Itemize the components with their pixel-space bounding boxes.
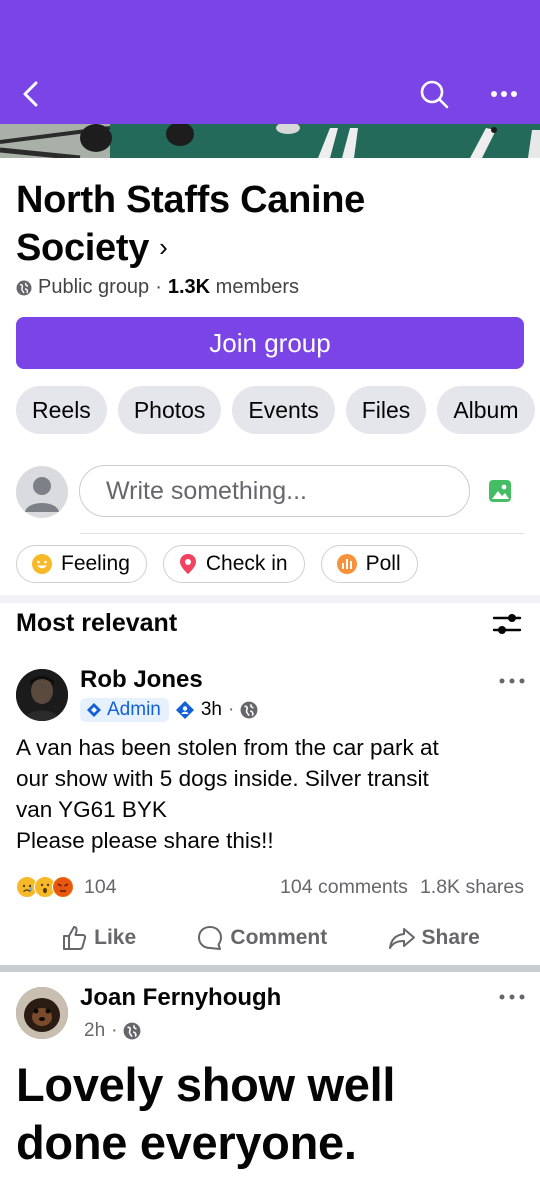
composer-chips: Feeling Check in Poll [16, 545, 418, 583]
member-count: 1.3K [167, 276, 211, 298]
group-title[interactable]: North Staffs Canine Society › [16, 176, 516, 275]
privacy-label: Public group [38, 276, 150, 298]
section-separator [0, 595, 540, 603]
share-arrow-icon [388, 928, 415, 949]
author-name[interactable]: Joan Fernyhough [80, 984, 281, 1012]
post-text-line: Lovely show well [16, 1058, 396, 1111]
location-pin-icon [179, 554, 196, 574]
tab-files[interactable]: Files [345, 386, 427, 434]
post-more-dots-icon[interactable] [498, 674, 526, 693]
post-composer: Write something... [16, 465, 526, 519]
post-text-line: A van has been stolen from the car park … [16, 735, 439, 760]
comment-label: Comment [230, 926, 328, 949]
post-text-line: van YG61 BYK [16, 797, 167, 822]
divider [80, 533, 524, 534]
post-text-line: done everyone. [16, 1116, 357, 1169]
write-something-input[interactable]: Write something... [79, 465, 470, 517]
poll-icon [336, 554, 357, 574]
poll-label: Poll [365, 552, 401, 575]
comment-button[interactable]: Comment [196, 920, 327, 956]
feeling-label: Feeling [61, 552, 130, 575]
tab-album[interactable]: Album [437, 386, 535, 434]
time-separator: · [111, 1020, 118, 1041]
top-app-bar [0, 0, 540, 124]
tab-photos[interactable]: Photos [117, 386, 222, 434]
poll-chip[interactable]: Poll [320, 545, 418, 583]
filter-sliders-icon[interactable] [492, 610, 522, 643]
post-more-dots-icon[interactable] [498, 990, 526, 1009]
post-body-large: Lovely show well done everyone. [16, 1056, 526, 1172]
author-name[interactable]: Rob Jones [80, 666, 203, 694]
group-meta: Public group · 1.3K members [16, 276, 299, 299]
reaction-count: 104 [84, 875, 117, 898]
join-group-button[interactable]: Join group [16, 317, 524, 369]
like-button[interactable]: Like [60, 920, 136, 956]
back-chevron-icon[interactable] [16, 78, 48, 110]
tab-events[interactable]: Events [232, 386, 335, 434]
globe-icon [124, 1022, 141, 1040]
check-in-label: Check in [205, 552, 288, 575]
post-text-line: our show with 5 dogs inside. Silver tran… [16, 766, 429, 791]
post-time[interactable]: 2h [84, 1020, 105, 1042]
user-avatar[interactable] [16, 466, 68, 518]
post-actions: Like Comment Share [0, 920, 540, 956]
post-text-line: Please please share this!! [16, 828, 274, 853]
group-name: North Staffs Canine Society [16, 179, 365, 269]
time-separator: · [228, 699, 235, 720]
share-button[interactable]: Share [388, 920, 480, 956]
chevron-right-icon: › [159, 232, 168, 262]
comments-count[interactable]: 104 comments [280, 876, 408, 899]
members-label: members [215, 276, 300, 298]
post-body: A van has been stolen from the car park … [16, 732, 526, 856]
post-stats: 104 104 comments 1.8K shares [16, 873, 524, 901]
share-label: Share [421, 926, 480, 949]
photo-icon[interactable] [486, 477, 514, 510]
admin-shield-icon [87, 703, 101, 717]
group-tabs: Reels Photos Events Files Album [16, 386, 535, 434]
sort-label[interactable]: Most relevant [16, 609, 177, 638]
cover-photo[interactable] [0, 124, 540, 158]
post-subline: 2h · [84, 1020, 141, 1042]
search-icon[interactable] [418, 78, 450, 110]
post-subline: Admin 3h · [80, 698, 258, 722]
tab-reels[interactable]: Reels [16, 386, 107, 434]
globe-icon [16, 280, 32, 295]
admin-person-icon [175, 701, 194, 719]
author-avatar[interactable] [16, 669, 68, 721]
globe-icon [240, 701, 258, 719]
comment-bubble-icon [198, 926, 223, 950]
feeling-chip[interactable]: Feeling [16, 545, 147, 583]
post-time[interactable]: 3h [201, 699, 222, 721]
more-dots-icon[interactable] [488, 80, 520, 108]
admin-badge[interactable]: Admin [80, 698, 169, 722]
check-in-chip[interactable]: Check in [162, 545, 305, 583]
thumbs-up-icon [63, 926, 87, 950]
smiley-icon [32, 554, 52, 574]
angry-reaction-icon [52, 876, 74, 898]
reactions-summary[interactable]: 104 [16, 876, 117, 899]
post-separator [0, 965, 540, 972]
author-avatar[interactable] [16, 987, 68, 1039]
separator: · [155, 276, 162, 298]
shares-count[interactable]: 1.8K shares [420, 876, 524, 899]
like-label: Like [94, 926, 137, 949]
admin-label: Admin [107, 699, 161, 720]
